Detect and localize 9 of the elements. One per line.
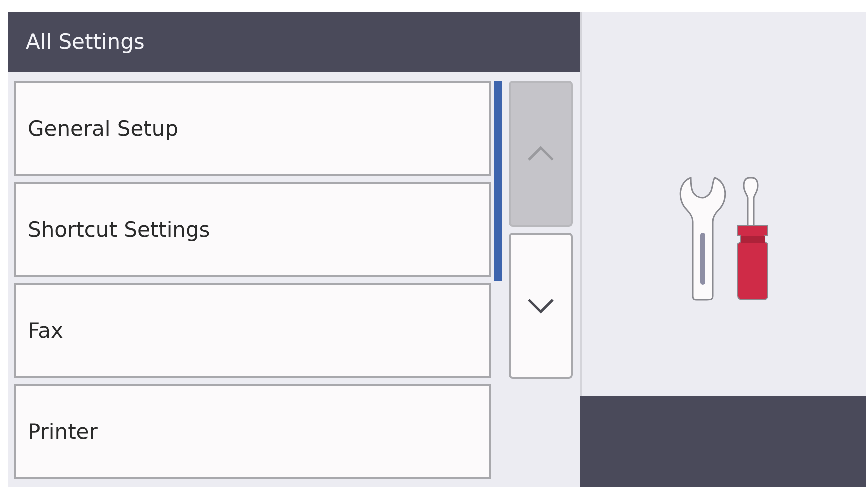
chevron-up-icon [527, 146, 555, 162]
header-title: All Settings [26, 30, 145, 54]
chevron-down-icon [527, 298, 555, 314]
menu-item[interactable]: General Setup [14, 81, 491, 176]
menu-item[interactable]: Shortcut Settings [14, 182, 491, 277]
scroll-down-button[interactable] [509, 233, 573, 379]
menu-item[interactable]: Printer [14, 384, 491, 479]
wrench-screwdriver-icon [677, 176, 771, 302]
menu-item[interactable]: Fax [14, 283, 491, 378]
